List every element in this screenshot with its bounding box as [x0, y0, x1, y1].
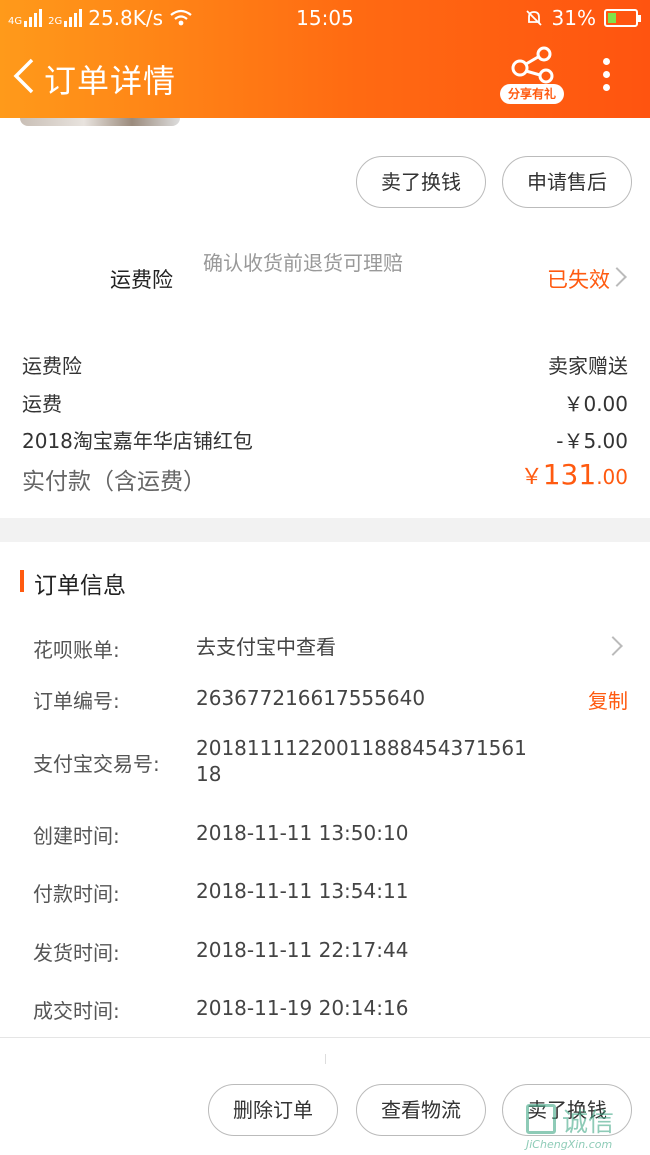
- shipping-insurance-label: 运费险: [110, 268, 173, 292]
- share-icon: [511, 46, 554, 84]
- paid-label: 实付款（含运费）: [22, 469, 206, 495]
- shipping-insurance-status: 已失效: [547, 268, 610, 292]
- cost-value: 卖家赠送: [548, 354, 628, 378]
- order-no-value: 263677216617555640: [196, 686, 426, 710]
- battery-percent: 31%: [551, 6, 596, 30]
- sell-for-cash-button[interactable]: 卖了换钱: [356, 156, 486, 208]
- watermark-logo: 诚信 JiChengXin.com: [526, 1102, 642, 1152]
- share-badge: 分享有礼: [500, 84, 564, 104]
- watermark-site: JiChengXin.com: [526, 1138, 613, 1151]
- chevron-right-icon: [603, 636, 623, 656]
- chevron-right-icon: [607, 267, 627, 287]
- order-info-title: 订单信息: [34, 573, 126, 599]
- created-time-label: 创建时间:: [33, 824, 120, 848]
- cost-label: 运费险: [22, 354, 82, 378]
- cost-label: 2018淘宝嘉年华店铺红包: [22, 429, 253, 453]
- watermark-text: 诚信: [562, 1108, 615, 1138]
- shipped-time-value: 2018-11-11 22:17:44: [196, 938, 409, 962]
- battery-icon: [604, 9, 641, 27]
- app-header: 4G 2G 25.8K/s 15:05 31% 订单详情 分享有礼: [0, 0, 650, 118]
- cost-row: 2018淘宝嘉年华店铺红包 -￥5.00: [22, 425, 628, 454]
- paid-time-label: 付款时间:: [33, 882, 120, 906]
- section-accent-bar: [20, 570, 24, 592]
- order-summary-card: 卖了换钱 申请售后 运费险 确认收货前退货可理赔 已失效 运费险 卖家赠送 运费…: [0, 118, 650, 518]
- view-logistics-button[interactable]: 查看物流: [356, 1084, 486, 1136]
- cost-row: 运费 ￥0.00: [22, 388, 628, 417]
- back-arrow-icon[interactable]: [10, 56, 40, 96]
- page-title: 订单详情: [44, 62, 177, 100]
- share-button[interactable]: 分享有礼: [500, 46, 564, 106]
- cost-value: -￥5.00: [556, 429, 628, 453]
- paid-time-value: 2018-11-11 13:54:11: [196, 879, 409, 903]
- mute-bell-icon: [525, 10, 542, 26]
- closed-time-value: 2018-11-19 20:14:16: [196, 996, 409, 1020]
- divider: [325, 1054, 326, 1064]
- paid-currency: ￥: [520, 465, 543, 490]
- created-time-value: 2018-11-11 13:50:10: [196, 821, 409, 845]
- alipay-no-label: 支付宝交易号:: [33, 752, 160, 776]
- copy-button[interactable]: 复制: [588, 685, 628, 714]
- closed-time-label: 成交时间:: [33, 999, 120, 1023]
- paid-integer: 131: [542, 458, 597, 491]
- paid-decimal: .00: [596, 465, 628, 489]
- product-thumbnail[interactable]: [20, 118, 180, 126]
- more-menu-icon[interactable]: [598, 58, 614, 94]
- huabei-label: 花呗账单:: [33, 638, 120, 662]
- cost-value: ￥0.00: [563, 392, 628, 416]
- shipping-insurance-desc: 确认收货前退货可理赔: [203, 251, 403, 275]
- order-info-card: 订单信息 花呗账单: 去支付宝中查看 订单编号: 263677216617555…: [0, 542, 650, 1037]
- apply-after-sale-button[interactable]: 申请售后: [502, 156, 632, 208]
- alipay-no-value: 20181111220011888454371561 18: [196, 736, 527, 786]
- delete-order-button[interactable]: 删除订单: [208, 1084, 338, 1136]
- cost-label: 运费: [22, 392, 62, 416]
- shipped-time-label: 发货时间:: [33, 941, 120, 965]
- order-no-label: 订单编号:: [33, 689, 120, 713]
- cost-row: 运费险 卖家赠送: [22, 350, 628, 379]
- status-bar: 4G 2G 25.8K/s 15:05 31%: [0, 0, 650, 36]
- paid-amount: ￥131.00: [521, 458, 628, 491]
- huabei-value: 去支付宝中查看: [196, 635, 336, 659]
